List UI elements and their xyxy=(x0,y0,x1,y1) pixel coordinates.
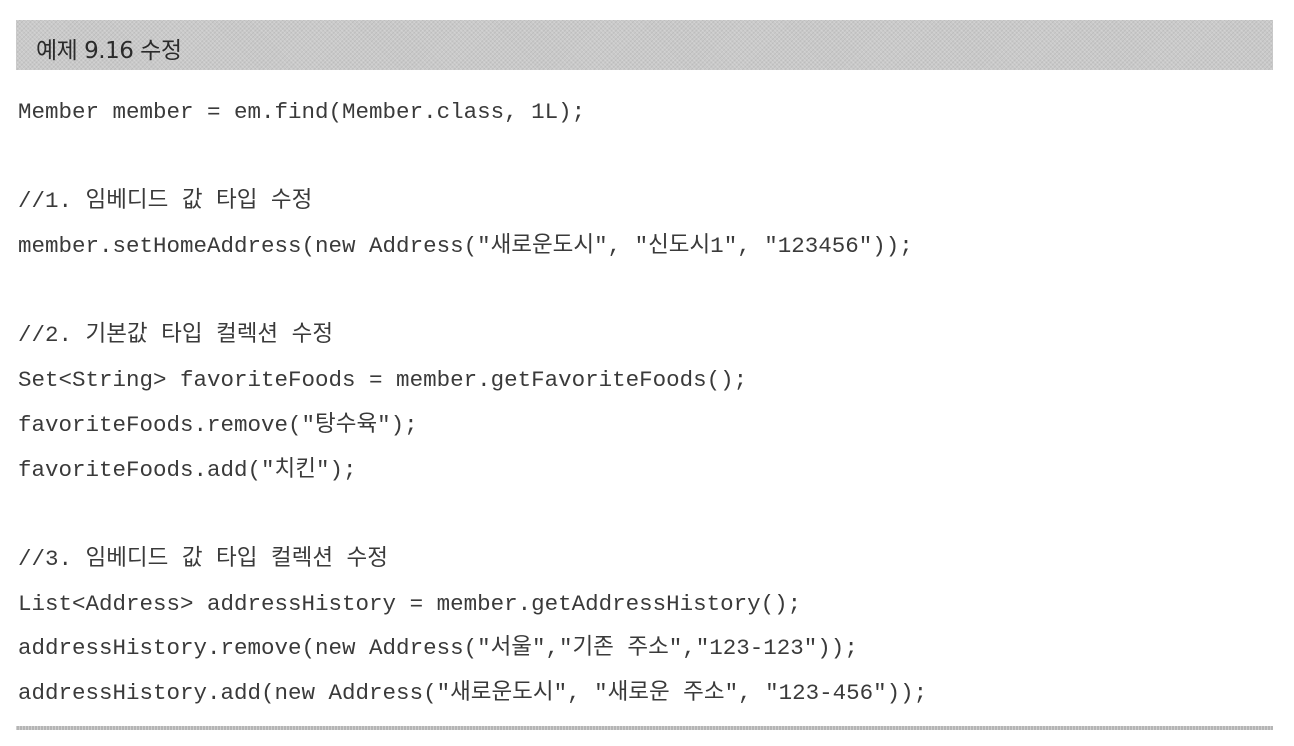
example-header-bar: 예제 9.16 수정 xyxy=(16,20,1273,70)
bottom-divider xyxy=(16,726,1273,730)
code-comment: //3. 임베디드 값 타입 컬렉션 수정 xyxy=(18,545,388,572)
code-line: Member member = em.find(Member.class, 1L… xyxy=(18,99,586,125)
code-line: member.setHomeAddress(new Address("새로운도시… xyxy=(18,233,913,260)
code-line: addressHistory.remove(new Address("서울","… xyxy=(18,635,858,662)
code-line: Set<String> favoriteFoods = member.getFa… xyxy=(18,367,748,394)
code-comment: //1. 임베디드 값 타입 수정 xyxy=(18,188,313,215)
code-line: favoriteFoods.add("치킨"); xyxy=(18,456,357,483)
code-line: favoriteFoods.remove("탕수육"); xyxy=(18,411,418,438)
code-line: addressHistory.add(new Address("새로운도시", … xyxy=(18,679,928,706)
code-line: List<Address> addressHistory = member.ge… xyxy=(18,590,802,617)
example-title: 예제 9.16 수정 xyxy=(36,38,182,64)
code-comment: //2. 기본값 타입 컬렉션 수정 xyxy=(18,322,334,349)
code-block: Member member = em.find(Member.class, 1L… xyxy=(18,90,1268,716)
